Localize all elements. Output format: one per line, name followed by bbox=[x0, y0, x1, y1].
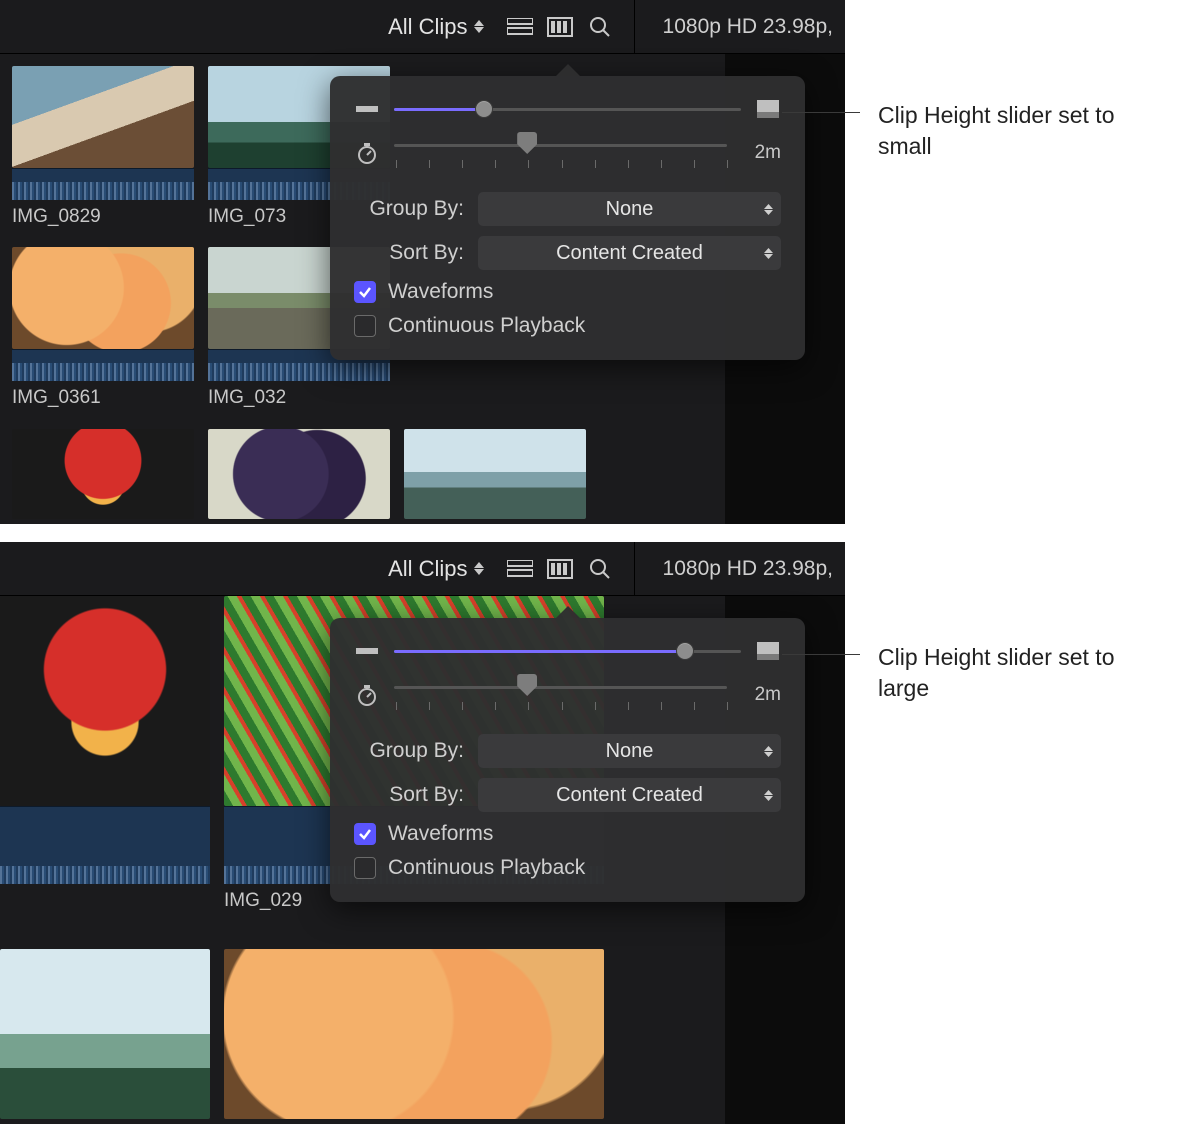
waveforms-label: Waveforms bbox=[388, 822, 493, 846]
waveform bbox=[12, 349, 194, 381]
clip-appearance-icon[interactable] bbox=[546, 14, 574, 40]
clip-appearance-icon[interactable] bbox=[546, 556, 574, 582]
waveform bbox=[12, 168, 194, 200]
group-by-select[interactable]: None bbox=[478, 734, 781, 768]
clip-name: IMG_032 bbox=[208, 387, 390, 409]
select-stepper-icon bbox=[764, 790, 773, 801]
clip-item[interactable]: IMG_0361 bbox=[12, 247, 194, 414]
continuous-playback-checkbox[interactable] bbox=[354, 315, 376, 337]
clip-height-slider[interactable] bbox=[394, 642, 741, 660]
duration-value: 2m bbox=[741, 142, 781, 164]
select-stepper-icon bbox=[764, 248, 773, 259]
clip-height-large-icon bbox=[755, 642, 781, 660]
clip-item[interactable] bbox=[12, 429, 194, 524]
browser-toolbar: All Clips 1080p HD 23.98p, bbox=[0, 542, 845, 596]
clip-item[interactable] bbox=[404, 429, 586, 524]
stopwatch-icon bbox=[354, 684, 380, 706]
sort-by-label: Sort By: bbox=[354, 241, 464, 265]
continuous-playback-label: Continuous Playback bbox=[388, 856, 585, 880]
sort-by-select[interactable]: Content Created bbox=[478, 236, 781, 270]
browser-toolbar: All Clips 1080p HD 23.98p, bbox=[0, 0, 845, 54]
clip-view-list-icon[interactable] bbox=[506, 14, 534, 40]
clip-item[interactable] bbox=[0, 949, 210, 1124]
callout-small: Clip Height slider set to small bbox=[782, 100, 1128, 162]
clip-item[interactable] bbox=[208, 429, 390, 524]
group-by-label: Group By: bbox=[354, 739, 464, 763]
dropdown-stepper-icon bbox=[474, 20, 484, 33]
waveforms-checkbox[interactable] bbox=[354, 281, 376, 303]
select-stepper-icon bbox=[764, 746, 773, 757]
clip-filter-label: All Clips bbox=[388, 556, 467, 582]
sort-by-value: Content Created bbox=[556, 784, 703, 807]
group-by-label: Group By: bbox=[354, 197, 464, 221]
continuous-playback-checkbox[interactable] bbox=[354, 857, 376, 879]
continuous-playback-label: Continuous Playback bbox=[388, 314, 585, 338]
clip-height-slider[interactable] bbox=[394, 100, 741, 118]
clip-item[interactable] bbox=[224, 949, 604, 1124]
duration-slider[interactable] bbox=[394, 678, 727, 696]
stopwatch-icon bbox=[354, 142, 380, 164]
clip-appearance-popover: 2m Group By: None Sort By: Content Creat… bbox=[330, 618, 805, 902]
clip-appearance-popover: 2m Group By: None Sort By: Content Creat… bbox=[330, 76, 805, 360]
duration-value: 2m bbox=[741, 684, 781, 706]
clip-height-small-icon bbox=[354, 102, 380, 116]
clip-filter-dropdown[interactable]: All Clips bbox=[388, 556, 483, 582]
select-stepper-icon bbox=[764, 204, 773, 215]
callout-large: Clip Height slider set to large bbox=[782, 642, 1128, 704]
waveform bbox=[0, 806, 210, 884]
group-by-select[interactable]: None bbox=[478, 192, 781, 226]
clip-name: IMG_0829 bbox=[12, 206, 194, 228]
clip-item[interactable]: IMG_0829 bbox=[12, 66, 194, 233]
clip-item[interactable] bbox=[0, 596, 210, 917]
clip-filter-label: All Clips bbox=[388, 14, 467, 40]
sort-by-select[interactable]: Content Created bbox=[478, 778, 781, 812]
clip-name: IMG_0361 bbox=[12, 387, 194, 409]
dropdown-stepper-icon bbox=[474, 562, 484, 575]
group-by-value: None bbox=[606, 740, 654, 763]
format-status: 1080p HD 23.98p, bbox=[663, 15, 833, 39]
format-status: 1080p HD 23.98p, bbox=[663, 557, 833, 581]
search-icon[interactable] bbox=[586, 556, 614, 582]
clip-view-list-icon[interactable] bbox=[506, 556, 534, 582]
search-icon[interactable] bbox=[586, 14, 614, 40]
waveforms-checkbox[interactable] bbox=[354, 823, 376, 845]
clip-height-large-icon bbox=[755, 100, 781, 118]
clip-filter-dropdown[interactable]: All Clips bbox=[388, 14, 483, 40]
sort-by-label: Sort By: bbox=[354, 783, 464, 807]
group-by-value: None bbox=[606, 198, 654, 221]
waveforms-label: Waveforms bbox=[388, 280, 493, 304]
sort-by-value: Content Created bbox=[556, 242, 703, 265]
clip-height-small-icon bbox=[354, 644, 380, 658]
duration-slider[interactable] bbox=[394, 136, 727, 154]
